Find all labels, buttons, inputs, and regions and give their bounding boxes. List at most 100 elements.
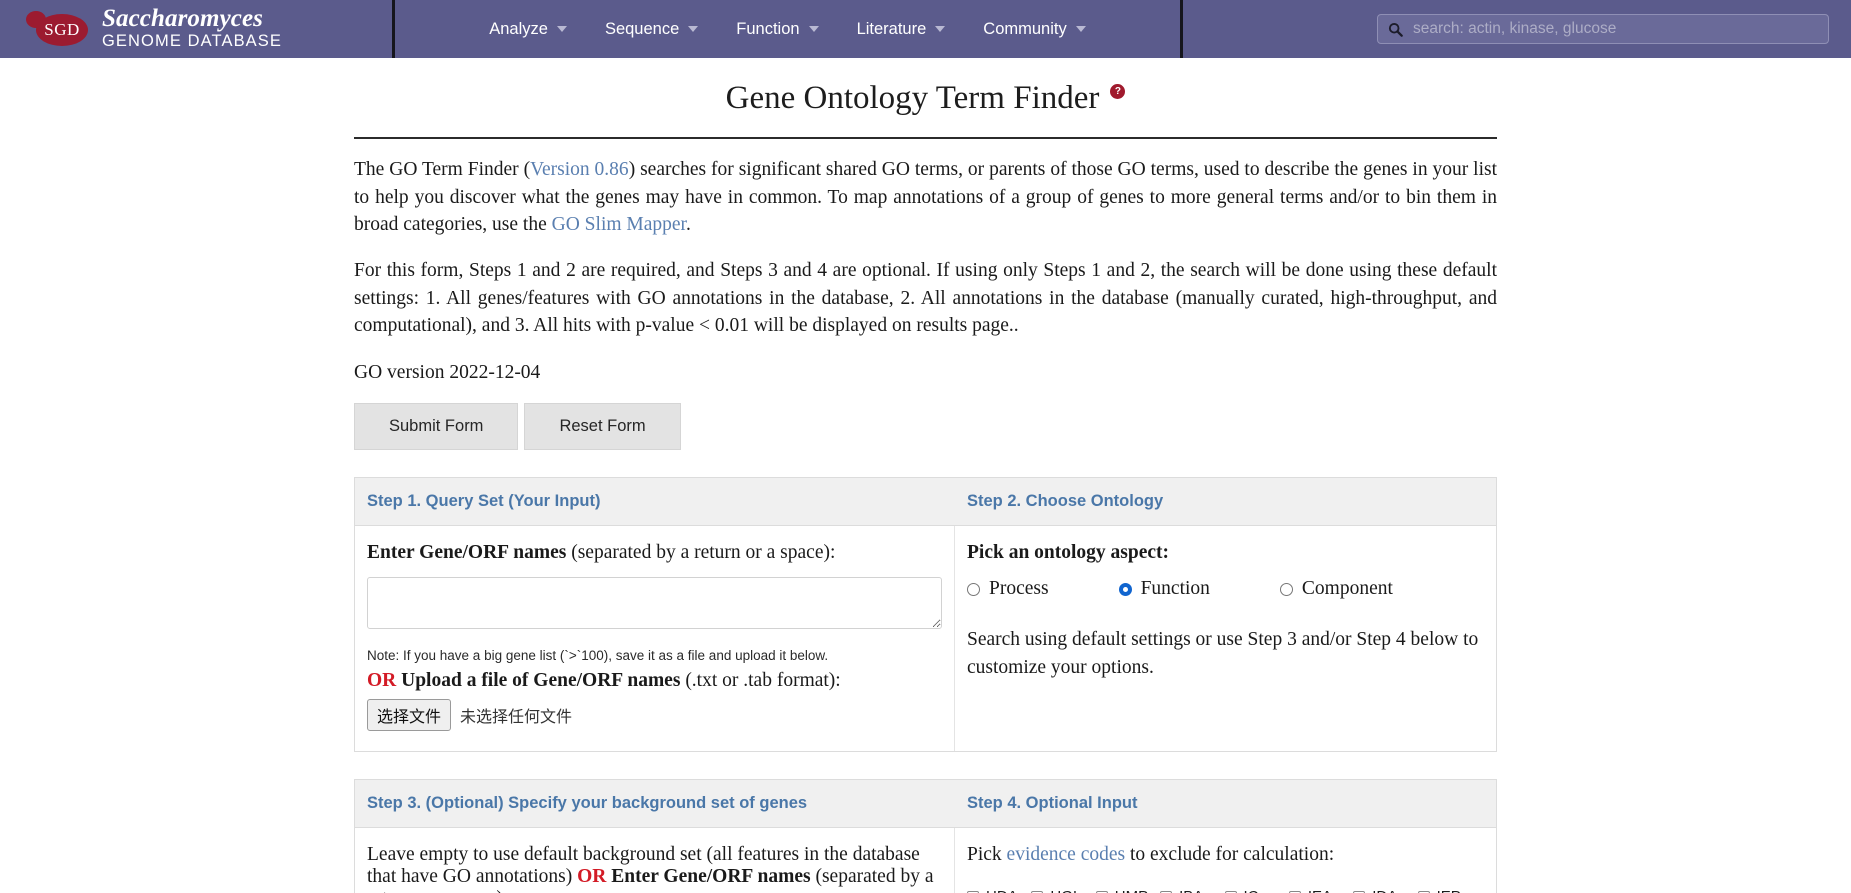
evidence-checkbox-hgi[interactable]: HGI — [1031, 888, 1095, 893]
evidence-checkbox-hmp[interactable]: HMP — [1095, 888, 1160, 893]
help-icon[interactable]: ? — [1110, 84, 1126, 99]
step3-heading: Step 3. (Optional) Specify your backgrou… — [367, 794, 808, 813]
upload-label-rest: (.txt or .tab format): — [680, 670, 841, 692]
intro-paragraph-2: For this form, Steps 1 and 2 are require… — [354, 260, 1497, 337]
nav-label: Community — [983, 19, 1067, 38]
evidence-code-label: IBA — [1179, 888, 1203, 893]
chevron-down-icon — [556, 26, 567, 32]
file-upload-row: 选择文件 未选择任何文件 — [367, 699, 942, 732]
header-search-area — [1183, 0, 1851, 58]
evidence-code-label: HDA — [986, 888, 1018, 893]
form-button-row: Submit Form Reset Form — [354, 403, 1497, 451]
brand-name-primary: Saccharomyces — [102, 5, 263, 33]
search-box[interactable] — [1377, 14, 1829, 44]
evidence-codes-grid: HDA HGI HMP IBA IC IEA IDA IEP IGI IKR I… — [967, 888, 1482, 893]
nav-label: Literature — [856, 19, 927, 38]
gene-names-textarea[interactable] — [367, 577, 942, 630]
chevron-down-icon — [688, 26, 699, 32]
chevron-down-icon — [935, 26, 946, 32]
step2-body: Pick an ontology aspect: Process Functio… — [955, 526, 1496, 751]
nav-item-sequence[interactable]: Sequence — [603, 14, 700, 45]
reset-form-button[interactable]: Reset Form — [524, 403, 681, 451]
step2-hint-text: Search using default settings or use Ste… — [967, 629, 1479, 678]
radio-indicator — [1279, 582, 1293, 596]
evidence-checkbox-iba[interactable]: IBA — [1160, 888, 1224, 893]
or-emphasis: OR — [577, 866, 607, 888]
background-set-label: Leave empty to use default background se… — [367, 844, 942, 893]
radio-option-function[interactable]: Function — [1118, 578, 1210, 600]
nav-label: Function — [736, 19, 800, 38]
evidence-codes-link[interactable]: evidence codes — [1007, 844, 1126, 865]
evidence-checkbox-ic[interactable]: IC — [1224, 888, 1289, 893]
steps-1-2-body: Enter Gene/ORF names (separated by a ret… — [355, 526, 1496, 752]
steps-3-4-header: Step 3. (Optional) Specify your backgrou… — [355, 780, 1496, 829]
steps-3-4-panel: Step 3. (Optional) Specify your backgrou… — [354, 779, 1497, 893]
step3-body: Leave empty to use default background se… — [355, 828, 955, 893]
nav-item-community[interactable]: Community — [981, 14, 1087, 45]
or-emphasis: OR — [367, 670, 397, 692]
evidence-code-label: IEA — [1308, 888, 1332, 893]
evidence-code-label: IEP — [1437, 888, 1461, 893]
page-content: Gene Ontology Term Finder? The GO Term F… — [354, 58, 1497, 893]
gene-names-label-bold: Enter Gene/ORF names — [367, 542, 567, 564]
nav-label: Sequence — [604, 19, 680, 38]
gene-names-label: Enter Gene/ORF names (separated by a ret… — [367, 542, 942, 564]
gene-names-label-rest: (separated by a return or a space): — [566, 542, 836, 564]
evidence-code-label: HMP — [1115, 888, 1148, 893]
chevron-down-icon — [808, 26, 819, 32]
step1-body: Enter Gene/ORF names (separated by a ret… — [355, 526, 955, 752]
chevron-down-icon — [1075, 26, 1086, 32]
evidence-code-label: HGI — [1050, 888, 1077, 893]
evidence-checkbox-ida[interactable]: IDA — [1353, 888, 1417, 893]
evidence-checkbox-hda[interactable]: HDA — [967, 888, 1031, 893]
evidence-text-b: to exclude for calculation: — [1125, 844, 1335, 866]
radio-label: Process — [989, 578, 1049, 600]
big-list-note: Note: If you have a big gene list (`>`10… — [367, 648, 829, 664]
search-input[interactable] — [1411, 19, 1818, 39]
radio-option-process[interactable]: Process — [967, 578, 1049, 600]
evidence-code-label: IC — [1244, 888, 1259, 893]
evidence-text-a: Pick — [967, 844, 1007, 866]
version-link[interactable]: Version 0.86 — [530, 159, 629, 180]
ontology-aspect-label: Pick an ontology aspect: — [967, 542, 1170, 564]
submit-form-button[interactable]: Submit Form — [354, 403, 519, 451]
go-version-text: GO version 2022-12-04 — [354, 362, 541, 384]
page-title-block: Gene Ontology Term Finder? — [354, 80, 1497, 139]
evidence-codes-label: Pick evidence codes to exclude for calcu… — [967, 844, 1482, 866]
site-header: SGD Saccharomyces GENOME DATABASE Analyz… — [0, 0, 1851, 58]
step4-body: Pick evidence codes to exclude for calcu… — [955, 828, 1496, 893]
intro-paragraph-1: The GO Term Finder (Version 0.86) search… — [354, 156, 1497, 239]
evidence-code-label: IDA — [1372, 888, 1397, 893]
nav-item-analyze[interactable]: Analyze — [487, 14, 569, 45]
radio-indicator — [967, 582, 980, 596]
file-status-text: 未选择任何文件 — [460, 709, 573, 727]
step4-heading: Step 4. Optional Input — [967, 794, 1138, 813]
evidence-checkbox-iep[interactable]: IEP — [1417, 888, 1482, 893]
evidence-checkbox-iea[interactable]: IEA — [1288, 888, 1353, 893]
search-icon — [1388, 22, 1403, 37]
go-slim-mapper-link[interactable]: GO Slim Mapper — [552, 214, 686, 235]
nav-item-literature[interactable]: Literature — [855, 14, 948, 45]
site-logo[interactable]: SGD Saccharomyces GENOME DATABASE — [0, 0, 395, 58]
background-text-bold: Enter Gene/ORF names — [606, 866, 811, 888]
yeast-cell-logo-icon: SGD — [26, 9, 90, 49]
upload-file-label: OR Upload a file of Gene/ORF names (.txt… — [367, 670, 942, 692]
radio-label: Component — [1301, 578, 1393, 600]
choose-file-button[interactable]: 选择文件 — [367, 699, 452, 732]
main-navigation: Analyze Sequence Function Literature Com… — [395, 0, 1183, 58]
page-title: Gene Ontology Term Finder — [725, 80, 1100, 116]
nav-label: Analyze — [489, 19, 548, 38]
nav-item-function[interactable]: Function — [734, 14, 820, 45]
logo-badge-text: SGD — [44, 20, 80, 39]
steps-1-2-panel: Step 1. Query Set (Your Input) Step 2. C… — [354, 477, 1497, 753]
steps-1-2-header: Step 1. Query Set (Your Input) Step 2. C… — [355, 478, 1496, 527]
intro-text-a: The GO Term Finder ( — [354, 159, 531, 180]
step1-heading: Step 1. Query Set (Your Input) — [367, 492, 601, 511]
radio-option-component[interactable]: Component — [1279, 578, 1393, 600]
radio-label: Function — [1140, 578, 1210, 600]
radio-indicator-selected — [1118, 582, 1132, 596]
step2-heading: Step 2. Choose Ontology — [967, 492, 1164, 511]
upload-label-bold: Upload a file of Gene/ORF names — [401, 670, 681, 692]
steps-3-4-body: Leave empty to use default background se… — [355, 828, 1496, 893]
intro-text-c: . — [685, 214, 691, 236]
